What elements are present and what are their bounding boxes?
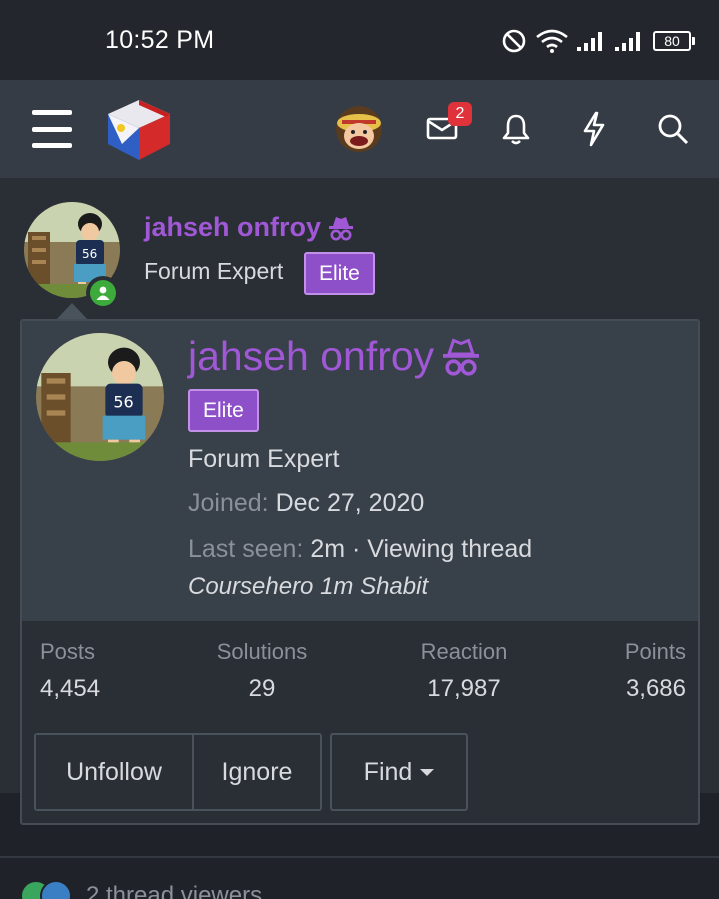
battery-level: 80 (653, 31, 691, 51)
member-activity-status: Coursehero 1m Shabit (188, 573, 429, 600)
stat-value: 29 (248, 675, 276, 702)
battery-icon: 80 (653, 31, 695, 51)
stat-posts[interactable]: Posts 4,454 (40, 639, 100, 703)
online-status-icon (86, 276, 120, 310)
stat-label: Solutions (216, 639, 308, 664)
user-avatar[interactable] (336, 106, 382, 152)
joined-value: Dec 27, 2020 (275, 489, 425, 517)
stat-value: 3,686 (625, 675, 686, 702)
member-joined: Joined: Dec 27, 2020 (188, 489, 424, 518)
tooltip-caret (56, 303, 88, 320)
member-tooltip-card: 56 jahseh onfroy Elite Forum Expert Join… (20, 319, 700, 825)
member-title: Forum Expert (188, 445, 340, 473)
author-name-text: jahseh onfroy (144, 212, 322, 242)
stat-value: 17,987 (427, 675, 501, 702)
divider (0, 856, 719, 858)
dnd-icon (501, 28, 527, 54)
viewer-avatars (20, 880, 72, 899)
status-time: 10:52 PM (105, 26, 215, 54)
site-logo[interactable] (104, 96, 174, 162)
stat-solutions[interactable]: Solutions 29 (210, 639, 314, 703)
bolt-icon[interactable] (580, 110, 608, 148)
incognito-icon (443, 338, 480, 376)
status-icons: 80 (501, 28, 695, 54)
find-menu-button[interactable]: Find (330, 733, 468, 811)
elite-banner: Elite (304, 252, 375, 295)
thread-viewers[interactable]: 2 thread viewers (20, 880, 262, 899)
stat-label: Reaction (420, 639, 508, 664)
last-seen-label: Last seen: (188, 535, 304, 563)
top-navbar: 2 (0, 80, 719, 178)
member-last-seen: Last seen: 2m · Viewing thread (188, 535, 532, 564)
last-seen-value[interactable]: 2m · Viewing thread (310, 535, 532, 563)
member-card-header: 56 jahseh onfroy Elite Forum Expert Join… (22, 321, 698, 621)
member-elite-banner: Elite (188, 389, 259, 432)
signal-icon (577, 29, 607, 53)
svg-text:56: 56 (113, 393, 133, 412)
thread-viewers-text: 2 thread viewers (86, 882, 263, 899)
post-author-header: 56 jahseh onfroy Forum Expert Elite (0, 178, 719, 323)
stat-label: Posts (40, 639, 96, 664)
stat-points[interactable]: Points 3,686 (606, 639, 686, 703)
signal-icon (615, 29, 645, 53)
search-icon[interactable] (656, 112, 690, 146)
incognito-icon (329, 216, 354, 240)
svg-text:56: 56 (82, 247, 97, 261)
bell-icon[interactable] (500, 112, 532, 146)
stat-label: Points (624, 639, 686, 664)
find-button-label: Find (363, 757, 413, 786)
chevron-down-icon (420, 768, 435, 776)
stat-value: 4,454 (40, 675, 101, 702)
status-bar: 10:52 PM 80 (0, 0, 719, 80)
stat-reaction[interactable]: Reaction 17,987 (414, 639, 514, 703)
unfollow-button[interactable]: Unfollow (36, 735, 192, 809)
member-name[interactable]: jahseh onfroy (188, 333, 482, 380)
menu-icon[interactable] (30, 110, 74, 148)
member-avatar[interactable]: 56 (36, 333, 164, 461)
member-name-text: jahseh onfroy (188, 333, 435, 379)
author-name[interactable]: jahseh onfroy (144, 212, 355, 243)
wifi-icon (535, 28, 569, 54)
ignore-button[interactable]: Ignore (192, 735, 320, 809)
member-action-group: Unfollow Ignore (34, 733, 322, 811)
joined-label: Joined: (188, 489, 269, 517)
mail-badge: 2 (448, 102, 472, 126)
author-title: Forum Expert (144, 258, 284, 284)
